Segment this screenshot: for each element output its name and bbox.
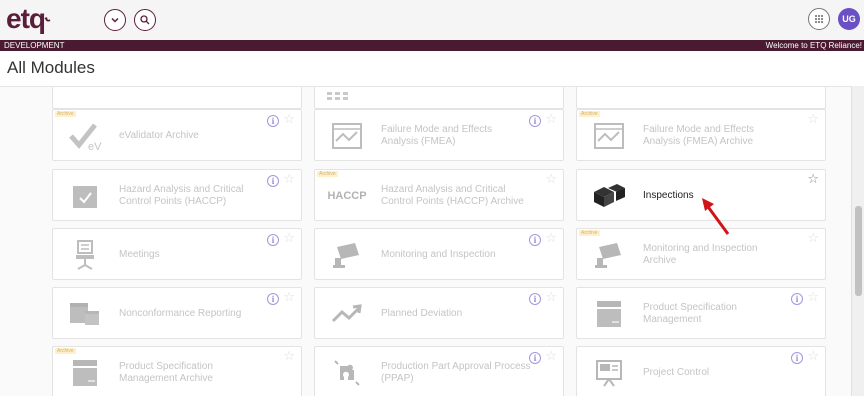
camera-icon xyxy=(591,239,627,271)
archive-tag: Archive xyxy=(579,111,600,117)
meeting-chair-icon xyxy=(67,239,103,271)
puzzle-icon xyxy=(329,357,365,389)
fmea-chart-icon xyxy=(591,120,627,152)
module-label: Product Specification Management Archive xyxy=(119,361,213,384)
module-label: Monitoring and Inspection xyxy=(381,249,496,260)
module-card-partial[interactable] xyxy=(314,87,564,109)
module-label: eValidator Archive xyxy=(119,130,199,141)
favorite-star-icon[interactable]: ☆ xyxy=(807,349,819,363)
module-label: Hazard Analysis and Critical Control Poi… xyxy=(381,184,524,207)
scrollbar-thumb[interactable] xyxy=(855,206,862,296)
welcome-message: Welcome to ETQ Reliance! xyxy=(765,41,862,50)
module-label: Planned Deviation xyxy=(381,308,463,319)
favorite-star-icon[interactable]: ☆ xyxy=(545,349,557,363)
module-label: Meetings xyxy=(119,249,160,260)
vertical-scrollbar[interactable] xyxy=(851,86,864,396)
module-card-planned-deviation[interactable]: Planned Deviation i ☆ xyxy=(314,287,564,339)
inspection-boxes-icon xyxy=(591,180,627,212)
search-button[interactable] xyxy=(134,9,156,31)
info-icon[interactable]: i xyxy=(529,293,541,305)
favorite-star-icon[interactable]: ☆ xyxy=(807,231,819,245)
module-card-partial[interactable] xyxy=(52,87,302,109)
page-title: All Modules xyxy=(7,58,95,77)
module-card-nonconformance[interactable]: Nonconformance Reporting i ☆ xyxy=(52,287,302,339)
info-icon[interactable]: i xyxy=(267,293,279,305)
favorite-star-icon[interactable]: ☆ xyxy=(283,112,295,126)
archive-tag: Archive xyxy=(579,230,600,236)
info-icon[interactable]: i xyxy=(529,115,541,127)
module-label: Production Part Approval Process (PPAP) xyxy=(381,361,531,384)
module-label: Failure Mode and Effects Analysis (FMEA) xyxy=(381,124,492,147)
annotation-arrow-icon xyxy=(702,198,730,235)
favorite-star-icon[interactable]: ☆ xyxy=(283,231,295,245)
user-avatar[interactable]: UG xyxy=(838,8,860,30)
environment-bar: DEVELOPMENT Welcome to ETQ Reliance! xyxy=(0,40,864,51)
etq-logo[interactable]: etq˞ xyxy=(6,4,51,34)
module-card-fmea-archive[interactable]: Archive Failure Mode and Effects Analysi… xyxy=(576,109,826,161)
module-label: Failure Mode and Effects Analysis (FMEA)… xyxy=(643,124,754,147)
fmea-chart-icon xyxy=(329,120,365,152)
project-board-icon xyxy=(591,357,627,389)
module-card-haccp[interactable]: Hazard Analysis and Critical Control Poi… xyxy=(52,169,302,221)
module-label: Monitoring and Inspection Archive xyxy=(643,243,758,266)
top-bar: etq˞ UG xyxy=(0,0,864,40)
archive-tag: Archive xyxy=(55,111,76,117)
module-card-fmea[interactable]: Failure Mode and Effects Analysis (FMEA)… xyxy=(314,109,564,161)
apps-grid-icon xyxy=(815,15,823,23)
favorite-star-icon[interactable]: ☆ xyxy=(807,172,819,186)
module-card-partial[interactable] xyxy=(576,87,826,109)
specification-box-icon xyxy=(591,298,627,330)
info-icon[interactable]: i xyxy=(267,175,279,187)
favorite-star-icon[interactable]: ☆ xyxy=(545,112,557,126)
archive-tag: Archive xyxy=(317,171,338,177)
module-card-meetings[interactable]: Meetings i ☆ xyxy=(52,228,302,280)
module-card-product-specification-archive[interactable]: Archive Product Specification Management… xyxy=(52,346,302,396)
partial-icon xyxy=(327,92,348,100)
info-icon[interactable]: i xyxy=(791,293,803,305)
favorite-star-icon[interactable]: ☆ xyxy=(545,290,557,304)
module-label: Hazard Analysis and Critical Control Poi… xyxy=(119,184,244,207)
archive-tag: Archive xyxy=(55,348,76,354)
info-icon[interactable]: i xyxy=(791,352,803,364)
info-icon[interactable]: i xyxy=(267,234,279,246)
specification-box-icon xyxy=(67,357,103,389)
evalidator-icon: eV xyxy=(67,120,103,152)
chevron-down-button[interactable] xyxy=(104,9,126,31)
module-card-haccp-archive[interactable]: Archive HACCP Hazard Analysis and Critic… xyxy=(314,169,564,221)
haccp-text-icon: HACCP xyxy=(327,190,367,202)
module-label: Project Control xyxy=(643,367,710,378)
module-card-ppap[interactable]: Production Part Approval Process (PPAP) … xyxy=(314,346,564,396)
favorite-star-icon[interactable]: ☆ xyxy=(545,231,557,245)
module-card-product-specification[interactable]: Product Specification Management i ☆ xyxy=(576,287,826,339)
favorite-star-icon[interactable]: ☆ xyxy=(283,290,295,304)
search-icon xyxy=(140,15,150,25)
apps-grid-button[interactable] xyxy=(808,8,830,30)
module-card-project-control[interactable]: Project Control i ☆ xyxy=(576,346,826,396)
modules-panel: Archive eV eValidator Archive i ☆ Failur… xyxy=(0,86,864,396)
haccp-box-icon xyxy=(67,180,103,212)
favorite-star-icon[interactable]: ☆ xyxy=(283,349,295,363)
favorite-star-icon[interactable]: ☆ xyxy=(807,290,819,304)
trend-arrow-icon xyxy=(329,298,365,330)
nonconformance-boxes-icon xyxy=(67,298,103,330)
favorite-star-icon[interactable]: ☆ xyxy=(283,172,295,186)
camera-icon xyxy=(329,239,365,271)
module-card-evalidator-archive[interactable]: Archive eV eValidator Archive i ☆ xyxy=(52,109,302,161)
module-card-monitoring-inspection[interactable]: Monitoring and Inspection i ☆ xyxy=(314,228,564,280)
info-icon[interactable]: i xyxy=(267,115,279,127)
module-label: Product Specification Management xyxy=(643,302,737,325)
environment-label: DEVELOPMENT xyxy=(4,41,65,50)
favorite-star-icon[interactable]: ☆ xyxy=(807,112,819,126)
favorite-star-icon[interactable]: ☆ xyxy=(545,172,557,186)
chevron-down-icon xyxy=(111,17,119,23)
info-icon[interactable]: i xyxy=(529,352,541,364)
module-label: Nonconformance Reporting xyxy=(119,308,242,319)
svg-text:eV: eV xyxy=(88,141,102,151)
info-icon[interactable]: i xyxy=(529,234,541,246)
